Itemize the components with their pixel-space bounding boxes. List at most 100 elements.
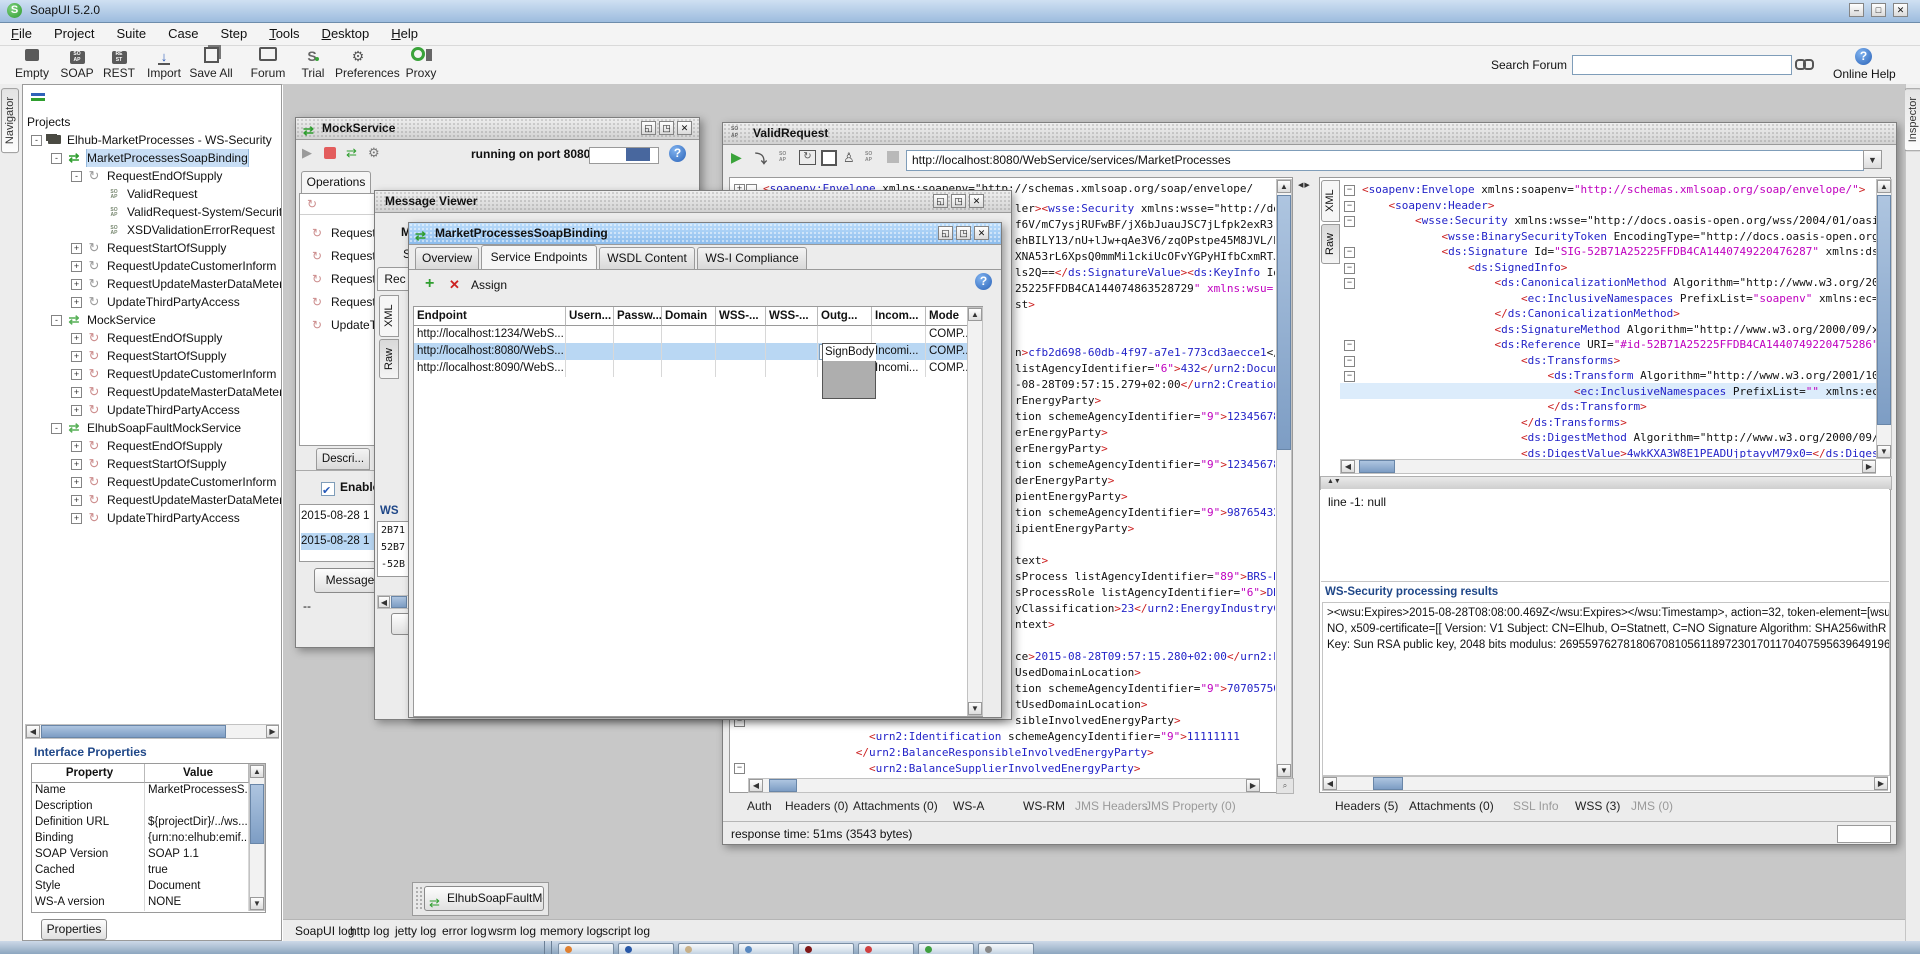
- run-mockservice-icon[interactable]: ▶: [302, 145, 316, 161]
- splitter-collapse-icons[interactable]: ◀▶: [1298, 181, 1314, 191]
- menu-tools[interactable]: Tools: [258, 23, 310, 44]
- endpoint-url-combobox[interactable]: http://localhost:8080/WebService/service…: [906, 150, 1864, 171]
- expand-icon[interactable]: +: [71, 405, 82, 416]
- response-inspector-tab-headers-5-[interactable]: Headers (5): [1335, 799, 1398, 813]
- expand-icon[interactable]: +: [71, 369, 82, 380]
- response-inspector-tab-attachments-0-[interactable]: Attachments (0): [1409, 799, 1494, 813]
- endpoint-cell[interactable]: [566, 343, 614, 360]
- expand-icon[interactable]: +: [71, 513, 82, 524]
- scroll-thumb[interactable]: [769, 779, 797, 792]
- response-xml-tab[interactable]: XML: [1321, 180, 1340, 222]
- clone-request-icon[interactable]: ♙: [843, 150, 857, 166]
- tree-row[interactable]: +↻UpdateThirdPartyAccess: [23, 509, 281, 527]
- collapse-icon[interactable]: -: [51, 153, 62, 164]
- menu-suite[interactable]: Suite: [105, 23, 157, 44]
- enable-checkbox[interactable]: ✔: [321, 482, 335, 496]
- tree-horizontal-scrollbar[interactable]: ◀▶: [25, 724, 279, 739]
- endpoint-cell[interactable]: Incomi...: [872, 360, 926, 377]
- expand-icon[interactable]: +: [71, 477, 82, 488]
- log-tab-memory-log[interactable]: memory log: [540, 924, 603, 938]
- log-tab-jetty-log[interactable]: jetty log: [395, 924, 436, 938]
- tree-row[interactable]: +↻RequestUpdateMasterDataMeter: [23, 491, 281, 509]
- stop-mockservice-icon[interactable]: [324, 147, 336, 159]
- toolbar-trial-button[interactable]: STrial: [290, 47, 336, 83]
- scroll-down-arrow[interactable]: ▼: [1877, 445, 1891, 458]
- float-window-button[interactable]: ◱: [641, 121, 656, 135]
- scroll-right-arrow[interactable]: ▶: [1862, 460, 1876, 473]
- delete-endpoint-icon[interactable]: ✕: [449, 277, 465, 293]
- expand-icon[interactable]: +: [71, 333, 82, 344]
- response-inspector-tab-wss-3-[interactable]: WSS (3): [1575, 799, 1620, 813]
- search-forum-input[interactable]: [1572, 55, 1792, 75]
- submit-request-icon[interactable]: ▶: [731, 149, 745, 166]
- tree-row[interactable]: SOAPValidRequest: [23, 185, 281, 203]
- properties-button[interactable]: Properties: [41, 919, 107, 940]
- tree-row[interactable]: +↻RequestUpdateCustomerInform: [23, 473, 281, 491]
- endpoint-cell[interactable]: [566, 326, 614, 343]
- scroll-right-arrow[interactable]: ▶: [266, 725, 279, 738]
- toolbar-preferences-button[interactable]: ⚙Preferences: [335, 47, 381, 83]
- tree-options-icon[interactable]: [31, 92, 47, 104]
- toolbar-soap-button[interactable]: SOAPSOAP: [54, 47, 100, 83]
- close-button[interactable]: ✕: [1893, 3, 1908, 17]
- response-vertical-scrollbar[interactable]: ▲▼: [1876, 179, 1892, 459]
- fold-minus-icon[interactable]: −: [1344, 185, 1355, 196]
- help-icon[interactable]: ?: [669, 145, 686, 162]
- navigator-rail-tab[interactable]: Navigator: [1, 88, 19, 153]
- log-tab-SoapUI-log[interactable]: SoapUI log: [295, 924, 354, 938]
- expand-icon[interactable]: +: [71, 243, 82, 254]
- scroll-down-arrow[interactable]: ▼: [250, 897, 264, 910]
- endpoint-cell[interactable]: [818, 326, 872, 343]
- scroll-left-arrow[interactable]: ◀: [26, 725, 40, 738]
- response-xml-hscrollbar[interactable]: ◀▶: [1340, 459, 1876, 474]
- tree-row[interactable]: +↻RequestEndOfSupply: [23, 437, 281, 455]
- close-window-button[interactable]: ✕: [677, 121, 692, 135]
- toolbar-forum-button[interactable]: Forum: [245, 47, 291, 83]
- taskbar-button[interactable]: [798, 943, 854, 954]
- inspector-rail-tab[interactable]: Inspector: [1904, 88, 1920, 151]
- endpoint-cell[interactable]: [662, 360, 716, 377]
- fold-minus-icon[interactable]: −: [1344, 201, 1355, 212]
- scroll-thumb[interactable]: [391, 596, 407, 608]
- minimize-button[interactable]: –: [1849, 3, 1864, 17]
- endpoint-cell[interactable]: [614, 343, 662, 360]
- expand-icon[interactable]: +: [71, 441, 82, 452]
- toolbar-empty-button[interactable]: Empty: [9, 47, 55, 83]
- assign-button[interactable]: Assign: [471, 278, 507, 292]
- maximize-window-button[interactable]: ◳: [659, 121, 674, 135]
- request-vertical-scrollbar[interactable]: ▲▼: [1276, 179, 1292, 778]
- endpoint-cell[interactable]: http://localhost:8090/WebS...: [414, 360, 566, 377]
- log-tab-http-log[interactable]: http log: [350, 924, 389, 938]
- dropdown-item[interactable]: SignBody: [823, 344, 876, 361]
- pane-divider[interactable]: ▲▼: [1320, 476, 1892, 490]
- scroll-right-arrow[interactable]: ▶: [1874, 777, 1888, 790]
- maximize-window-button[interactable]: ◳: [956, 226, 971, 240]
- endpoint-cell[interactable]: [716, 326, 766, 343]
- scroll-up-arrow[interactable]: ▲: [968, 308, 982, 321]
- taskbar-button[interactable]: [978, 943, 1034, 954]
- toolbar-import-button[interactable]: ↓Import: [141, 47, 187, 83]
- request-inspector-tab-ws-rm[interactable]: WS-RM: [1023, 799, 1065, 813]
- tree-row[interactable]: +↻RequestUpdateCustomerInform: [23, 257, 281, 275]
- expand-icon[interactable]: +: [71, 297, 82, 308]
- expand-icon[interactable]: +: [71, 261, 82, 272]
- scroll-up-arrow[interactable]: ▲: [250, 765, 264, 778]
- toolbar-save-all-button[interactable]: Save All: [188, 47, 234, 83]
- endpoint-cell[interactable]: [662, 343, 716, 360]
- close-window-button[interactable]: ✕: [974, 226, 989, 240]
- endpoint-cell[interactable]: [566, 360, 614, 377]
- fold-minus-icon[interactable]: −: [1344, 216, 1355, 227]
- tree-row[interactable]: +↻UpdateThirdPartyAccess: [23, 293, 281, 311]
- close-window-button[interactable]: ✕: [969, 194, 984, 208]
- fold-minus-icon[interactable]: −: [734, 763, 745, 774]
- fold-minus-icon[interactable]: −: [1344, 263, 1355, 274]
- scroll-thumb[interactable]: [1373, 777, 1403, 790]
- expand-icon[interactable]: +: [71, 387, 82, 398]
- menu-project[interactable]: Project: [43, 23, 105, 44]
- tree-row[interactable]: +↻RequestStartOfSupply: [23, 455, 281, 473]
- collapse-icon[interactable]: -: [71, 171, 82, 182]
- viewer-xml-tab[interactable]: XML: [379, 295, 399, 337]
- expand-icon[interactable]: +: [71, 459, 82, 470]
- fold-minus-icon[interactable]: −: [1344, 278, 1355, 289]
- tree-row[interactable]: +↻RequestStartOfSupply: [23, 347, 281, 365]
